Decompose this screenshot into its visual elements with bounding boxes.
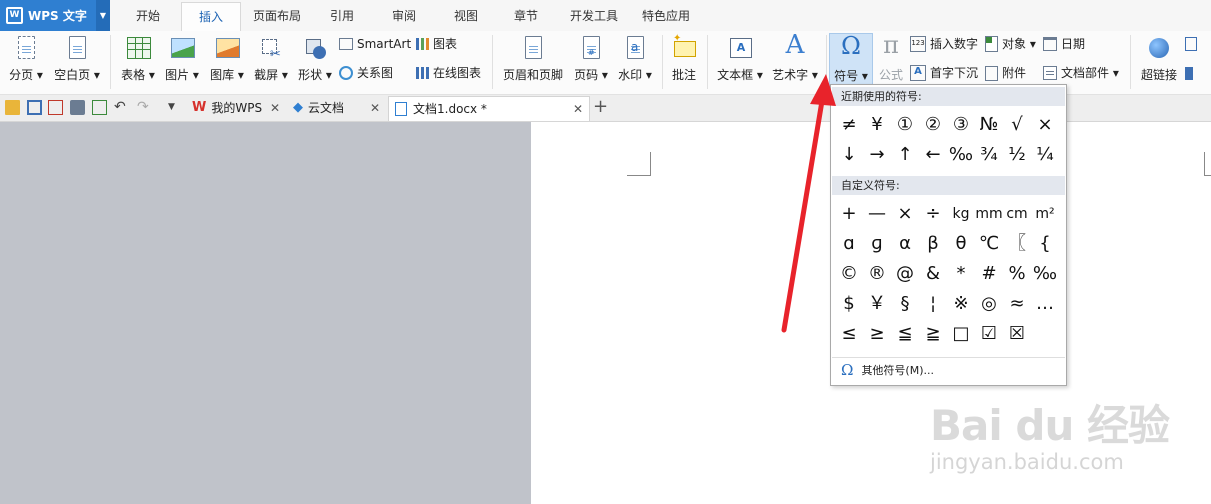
arrow-shaft xyxy=(781,92,826,333)
arrow-head xyxy=(810,74,836,106)
annotation-arrow xyxy=(781,74,836,333)
